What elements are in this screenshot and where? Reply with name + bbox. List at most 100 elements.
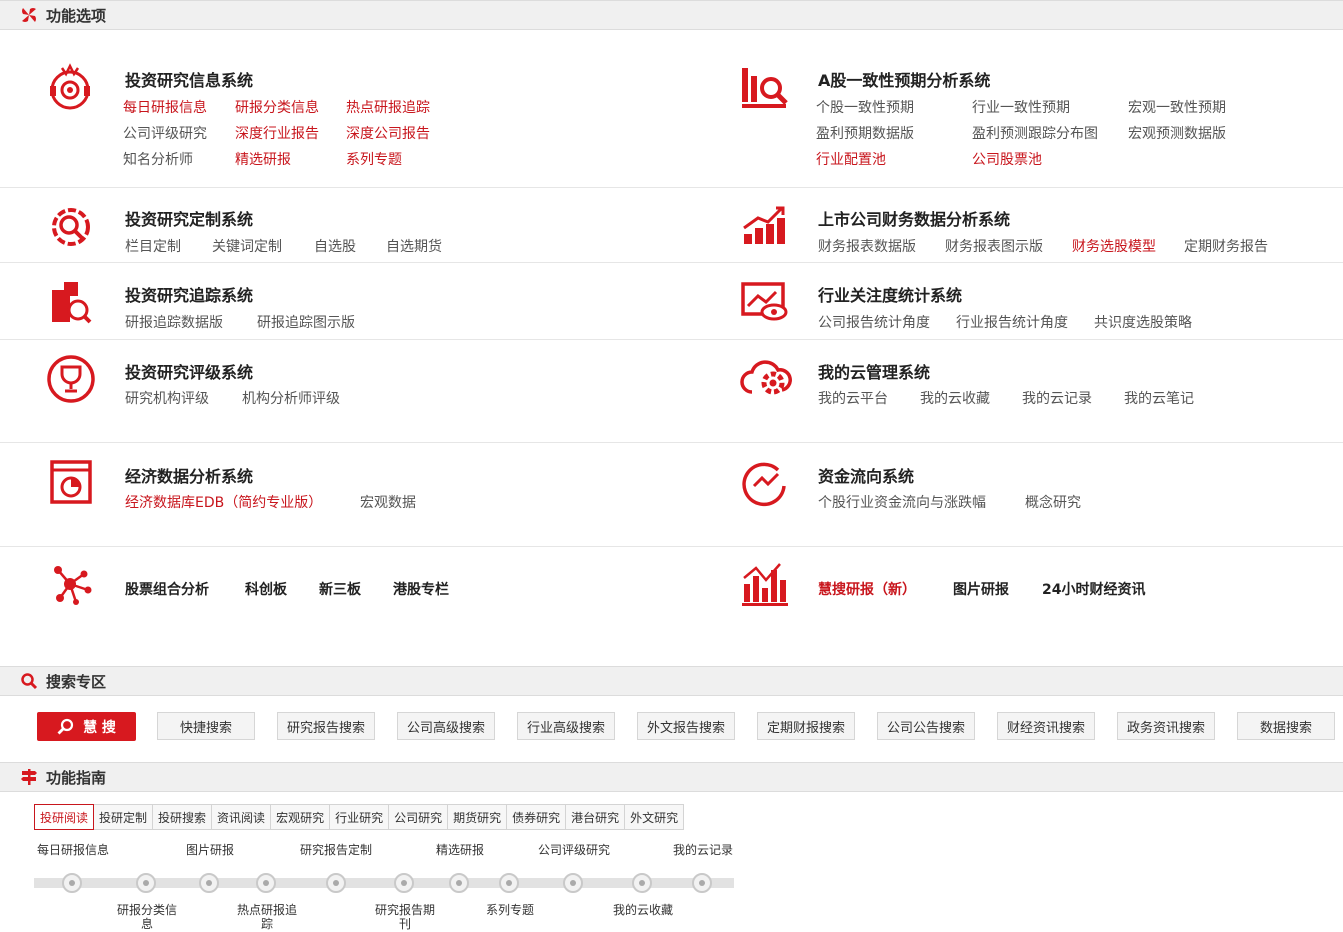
capital-title[interactable]: 资金流向系统 — [818, 463, 914, 487]
cloud-link[interactable]: 我的云笔记 — [1124, 388, 1194, 408]
tab-invest-reading[interactable]: 投研阅读 — [34, 804, 95, 830]
timeline-label[interactable]: 研报分类信息 — [113, 903, 181, 931]
invest-info-link[interactable]: 系列专题 — [346, 149, 402, 169]
custom-link[interactable]: 栏目定制 — [125, 236, 181, 256]
rating-link[interactable]: 机构分析师评级 — [242, 388, 340, 408]
tab-hk-tw-research[interactable]: 港台研究 — [566, 804, 626, 830]
financial-link[interactable]: 定期财务报告 — [1184, 236, 1268, 256]
financial-title[interactable]: 上市公司财务数据分析系统 — [818, 206, 1010, 230]
timeline-label[interactable]: 热点研报追踪 — [233, 903, 301, 931]
finance-news-search-button[interactable]: 财经资讯搜索 — [997, 712, 1095, 740]
invest-info-link[interactable]: 研报分类信息 — [235, 97, 319, 117]
timeline-node[interactable] — [632, 873, 652, 893]
timeline-node[interactable] — [62, 873, 82, 893]
tab-industry-research[interactable]: 行业研究 — [330, 804, 390, 830]
timeline-node[interactable] — [499, 873, 519, 893]
tab-macro-research[interactable]: 宏观研究 — [271, 804, 331, 830]
custom-link[interactable]: 关键词定制 — [212, 236, 282, 256]
custom-title[interactable]: 投资研究定制系统 — [125, 206, 253, 230]
company-search-button[interactable]: 公司高级搜索 — [397, 712, 495, 740]
capital-link[interactable]: 个股行业资金流向与涨跌幅 — [818, 492, 986, 512]
gov-news-search-button[interactable]: 政务资讯搜索 — [1117, 712, 1215, 740]
cloud-link[interactable]: 我的云收藏 — [920, 388, 990, 408]
consensus-link[interactable]: 公司股票池 — [972, 149, 1042, 169]
consensus-link[interactable]: 行业一致性预期 — [972, 97, 1070, 117]
economic-link[interactable]: 经济数据库EDB（简约专业版） — [125, 492, 322, 512]
timeline-node[interactable] — [326, 873, 346, 893]
capital-link[interactable]: 概念研究 — [1025, 492, 1081, 512]
timeline-label[interactable]: 系列专题 — [476, 903, 544, 917]
timeline-node[interactable] — [136, 873, 156, 893]
consensus-title[interactable]: A股一致性预期分析系统 — [818, 67, 990, 91]
invest-info-link[interactable]: 每日研报信息 — [123, 97, 207, 117]
timeline-label[interactable]: 图片研报 — [186, 841, 234, 858]
custom-link[interactable]: 自选期货 — [386, 236, 442, 256]
cloud-link[interactable]: 我的云记录 — [1022, 388, 1092, 408]
extra-left-link[interactable]: 新三板 — [319, 579, 361, 599]
attention-link[interactable]: 公司报告统计角度 — [818, 312, 930, 332]
economic-title[interactable]: 经济数据分析系统 — [125, 463, 253, 487]
smart-search-button[interactable]: 慧 搜 — [37, 712, 136, 741]
tab-foreign-research[interactable]: 外文研究 — [625, 804, 685, 830]
tab-company-research[interactable]: 公司研究 — [389, 804, 449, 830]
tab-invest-search[interactable]: 投研搜索 — [153, 804, 213, 830]
timeline-node[interactable] — [199, 873, 219, 893]
custom-link[interactable]: 自选股 — [314, 236, 356, 256]
report-search-button[interactable]: 研究报告搜索 — [277, 712, 375, 740]
timeline-label[interactable]: 研究报告定制 — [300, 841, 372, 858]
industry-search-button[interactable]: 行业高级搜索 — [517, 712, 615, 740]
timeline-node[interactable] — [256, 873, 276, 893]
quick-search-button[interactable]: 快捷搜索 — [157, 712, 255, 740]
invest-info-link[interactable]: 热点研报追踪 — [346, 97, 430, 117]
invest-info-link[interactable]: 深度公司报告 — [346, 123, 430, 143]
timeline-label[interactable]: 每日研报信息 — [37, 841, 109, 858]
extra-right-link[interactable]: 24小时财经资讯 — [1042, 579, 1145, 599]
tracking-title[interactable]: 投资研究追踪系统 — [125, 282, 253, 306]
timeline-label[interactable]: 我的云记录 — [673, 841, 733, 858]
consensus-link[interactable]: 个股一致性预期 — [816, 97, 914, 117]
timeline-node[interactable] — [394, 873, 414, 893]
extra-right-link[interactable]: 图片研报 — [953, 579, 1009, 599]
tracking-link[interactable]: 研报追踪数据版 — [125, 312, 223, 332]
invest-info-title[interactable]: 投资研究信息系统 — [125, 67, 253, 91]
consensus-link[interactable]: 宏观一致性预期 — [1128, 97, 1226, 117]
consensus-link[interactable]: 宏观预测数据版 — [1128, 123, 1226, 143]
timeline-node[interactable] — [563, 873, 583, 893]
financial-link[interactable]: 财务报表数据版 — [818, 236, 916, 256]
consensus-link[interactable]: 盈利预测跟踪分布图 — [972, 123, 1098, 143]
invest-info-link[interactable]: 精选研报 — [235, 149, 291, 169]
extra-left-link[interactable]: 港股专栏 — [393, 579, 449, 599]
timeline-label[interactable]: 我的云收藏 — [609, 903, 677, 917]
attention-title[interactable]: 行业关注度统计系统 — [818, 282, 962, 306]
extra-right-link[interactable]: 慧搜研报（新） — [818, 579, 916, 599]
timeline-label[interactable]: 精选研报 — [436, 841, 484, 858]
tab-futures-research[interactable]: 期货研究 — [448, 804, 508, 830]
periodic-report-search-button[interactable]: 定期财报搜索 — [757, 712, 855, 740]
cloud-title[interactable]: 我的云管理系统 — [818, 359, 930, 383]
economic-link[interactable]: 宏观数据 — [360, 492, 416, 512]
announcement-search-button[interactable]: 公司公告搜索 — [877, 712, 975, 740]
attention-link[interactable]: 共识度选股策略 — [1094, 312, 1192, 332]
tab-bond-research[interactable]: 债券研究 — [507, 804, 567, 830]
invest-info-link[interactable]: 公司评级研究 — [123, 123, 207, 143]
extra-left-link[interactable]: 股票组合分析 — [125, 579, 209, 599]
consensus-link[interactable]: 行业配置池 — [816, 149, 886, 169]
rating-link[interactable]: 研究机构评级 — [125, 388, 209, 408]
rating-title[interactable]: 投资研究评级系统 — [125, 359, 253, 383]
extra-left-link[interactable]: 科创板 — [245, 579, 287, 599]
financial-link[interactable]: 财务选股模型 — [1072, 236, 1156, 256]
tracking-link[interactable]: 研报追踪图示版 — [257, 312, 355, 332]
foreign-report-search-button[interactable]: 外文报告搜索 — [637, 712, 735, 740]
timeline-label[interactable]: 研究报告期刊 — [371, 903, 439, 931]
timeline-label[interactable]: 公司评级研究 — [538, 841, 610, 858]
attention-link[interactable]: 行业报告统计角度 — [956, 312, 1068, 332]
timeline-node[interactable] — [449, 873, 469, 893]
data-search-button[interactable]: 数据搜索 — [1237, 712, 1335, 740]
timeline-node[interactable] — [692, 873, 712, 893]
tab-invest-custom[interactable]: 投研定制 — [94, 804, 154, 830]
tab-news-reading[interactable]: 资讯阅读 — [212, 804, 272, 830]
invest-info-link[interactable]: 知名分析师 — [123, 149, 193, 169]
consensus-link[interactable]: 盈利预期数据版 — [816, 123, 914, 143]
cloud-link[interactable]: 我的云平台 — [818, 388, 888, 408]
financial-link[interactable]: 财务报表图示版 — [945, 236, 1043, 256]
